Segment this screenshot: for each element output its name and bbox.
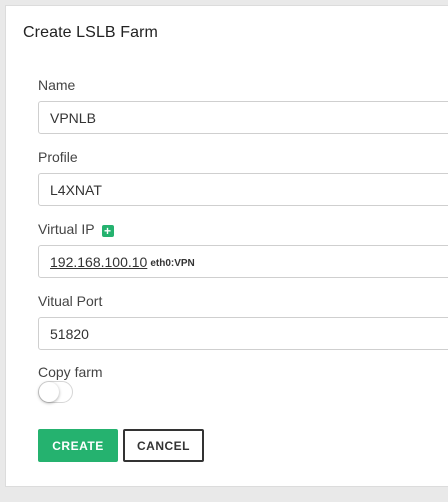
virtual-port-value: 51820 bbox=[50, 325, 89, 342]
name-input[interactable]: VPNLB bbox=[38, 101, 448, 134]
create-button[interactable]: CREATE bbox=[38, 429, 118, 462]
virtual-ip-label-row: Virtual IP + bbox=[38, 221, 114, 237]
profile-select[interactable]: L4XNAT bbox=[38, 173, 448, 206]
cancel-button[interactable]: CANCEL bbox=[123, 429, 204, 462]
copy-farm-label: Copy farm bbox=[38, 364, 103, 380]
virtual-ip-interface: eth0:VPN bbox=[150, 257, 195, 269]
profile-label: Profile bbox=[38, 149, 78, 165]
name-input-value: VPNLB bbox=[50, 109, 96, 126]
virtual-ip-select[interactable]: 192.168.100.10 eth0:VPN bbox=[38, 245, 448, 278]
virtual-ip-address: 192.168.100.10 bbox=[50, 253, 148, 270]
profile-select-value: L4XNAT bbox=[50, 181, 102, 198]
plus-square-icon[interactable]: + bbox=[101, 225, 114, 237]
virtual-port-input[interactable]: 51820 bbox=[38, 317, 448, 350]
toggle-knob bbox=[39, 382, 59, 402]
card-title: Create LSLB Farm bbox=[23, 24, 158, 41]
virtual-ip-label: Virtual IP bbox=[38, 221, 95, 237]
copy-farm-toggle[interactable] bbox=[38, 381, 73, 403]
name-label: Name bbox=[38, 77, 76, 93]
virtual-port-label: Vitual Port bbox=[38, 293, 103, 309]
